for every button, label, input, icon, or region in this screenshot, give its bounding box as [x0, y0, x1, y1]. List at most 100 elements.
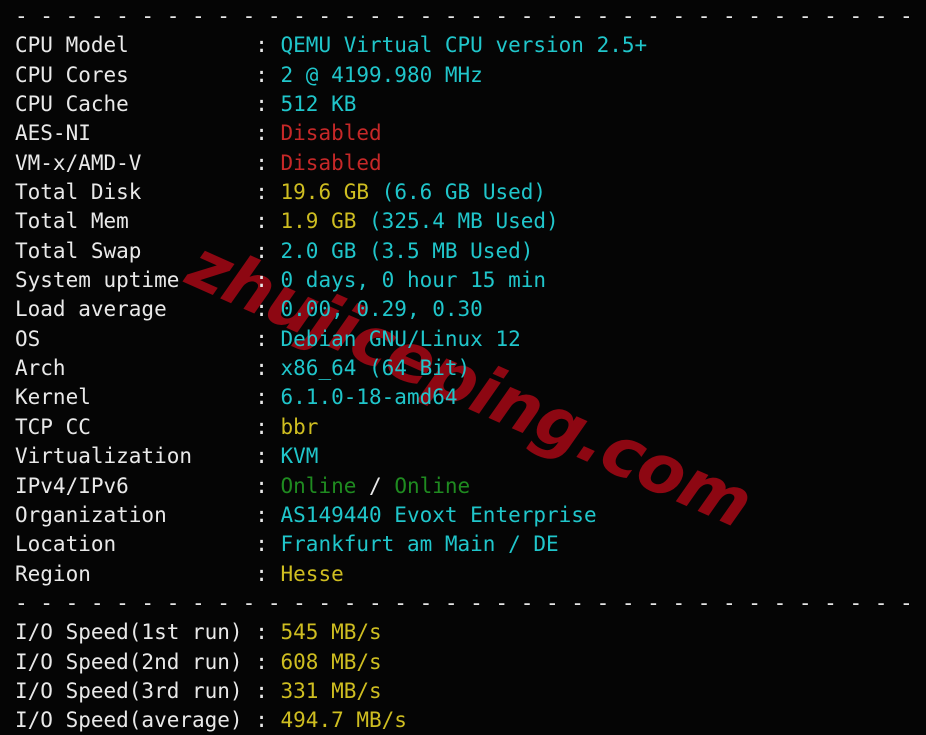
info-row: OS : Debian GNU/Linux 12	[0, 325, 926, 354]
info-row-label: VM-x/AMD-V	[15, 150, 243, 175]
info-row-label: CPU Model	[15, 33, 243, 58]
info-row-colon: :	[242, 708, 281, 733]
info-row: Load average : 0.00, 0.29, 0.30	[0, 295, 926, 324]
info-row-label: IPv4/IPv6	[15, 473, 243, 498]
info-row: Location : Frankfurt am Main / DE	[0, 530, 926, 559]
info-row: CPU Cores : 2 @ 4199.980 MHz	[0, 61, 926, 90]
separator-line-middle: - - - - - - - - - - - - - - - - - - - - …	[15, 590, 926, 615]
info-row-colon: :	[242, 444, 281, 469]
info-row-label: CPU Cores	[15, 62, 243, 87]
info-row-label: Total Mem	[15, 209, 243, 234]
info-row-label: I/O Speed(average)	[15, 708, 243, 733]
info-row-colon: :	[242, 473, 281, 498]
info-row-colon: :	[242, 150, 281, 175]
info-row: AES-NI : Disabled	[0, 119, 926, 148]
info-row: CPU Cache : 512 KB	[0, 90, 926, 119]
info-row-colon: :	[242, 268, 281, 293]
info-row-label: Arch	[15, 356, 243, 381]
info-row-label: I/O Speed(1st run)	[15, 620, 243, 645]
info-row-value: 0 days, 0 hour 15 min	[280, 268, 547, 293]
info-row-colon: :	[242, 502, 281, 527]
info-row-value: Disabled	[280, 121, 382, 146]
info-row-value: (325.4 MB Used)	[369, 209, 559, 234]
info-row-colon: :	[242, 620, 281, 645]
info-row-colon: :	[242, 238, 281, 263]
info-row-label: AES-NI	[15, 121, 243, 146]
info-row-label: CPU Cache	[15, 92, 243, 117]
info-row-colon: :	[242, 326, 281, 351]
info-row-value: 331 MB/s	[280, 678, 382, 703]
info-row-colon: :	[242, 92, 281, 117]
info-row-colon: :	[242, 385, 281, 410]
info-row-colon: :	[242, 297, 281, 322]
info-row-label: Region	[15, 561, 243, 586]
info-row: I/O Speed(1st run) : 545 MB/s	[0, 618, 926, 647]
info-row-value: 0.00, 0.29, 0.30	[280, 297, 483, 322]
terminal-output: - - - - - - - - - - - - - - - - - - - - …	[0, 0, 926, 735]
info-row-value: QEMU Virtual CPU version 2.5+	[280, 33, 648, 58]
info-row-value: 2.0 GB (3.5 MB Used)	[280, 238, 534, 263]
info-row-colon: :	[242, 356, 281, 381]
info-row-label: System uptime	[15, 268, 243, 293]
info-row-label: Location	[15, 532, 243, 557]
info-row-value: 1.9 GB	[280, 209, 370, 234]
info-row-colon: :	[242, 121, 281, 146]
info-row: Region : Hesse	[0, 560, 926, 589]
info-row: Organization : AS149440 Evoxt Enterprise	[0, 501, 926, 530]
info-row-value: bbr	[280, 414, 319, 439]
info-row-value: (6.6 GB Used)	[381, 180, 547, 205]
info-row: Total Swap : 2.0 GB (3.5 MB Used)	[0, 237, 926, 266]
info-row-colon: :	[242, 33, 281, 58]
info-row: Total Disk : 19.6 GB (6.6 GB Used)	[0, 178, 926, 207]
info-row-label: TCP CC	[15, 414, 243, 439]
info-row-value: 512 KB	[280, 92, 357, 117]
info-row-colon: :	[242, 532, 281, 557]
info-row-label: Total Disk	[15, 180, 243, 205]
info-row-colon: :	[242, 649, 281, 674]
info-row: Kernel : 6.1.0-18-amd64	[0, 383, 926, 412]
info-row: VM-x/AMD-V : Disabled	[0, 149, 926, 178]
info-row: IPv4/IPv6 : Online / Online	[0, 472, 926, 501]
info-row-value: Disabled	[280, 150, 382, 175]
info-row-colon: :	[242, 62, 281, 87]
separator-line-top: - - - - - - - - - - - - - - - - - - - - …	[15, 4, 926, 28]
info-row: I/O Speed(average) : 494.7 MB/s	[0, 706, 926, 735]
info-row-colon: :	[242, 414, 281, 439]
info-row-label: Virtualization	[15, 444, 243, 469]
info-row-label: Kernel	[15, 385, 243, 410]
info-row-value: /	[356, 473, 395, 498]
info-row-value: 2 @ 4199.980 MHz	[280, 62, 483, 87]
info-row: CPU Model : QEMU Virtual CPU version 2.5…	[0, 31, 926, 60]
info-row-label: Load average	[15, 297, 243, 322]
info-row: Virtualization : KVM	[0, 442, 926, 471]
info-row-value: x86_64 (64 Bit)	[280, 356, 471, 381]
info-row: System uptime : 0 days, 0 hour 15 min	[0, 266, 926, 295]
info-row: I/O Speed(3rd run) : 331 MB/s	[0, 677, 926, 706]
info-row-value: Online	[280, 473, 357, 498]
info-row-label: I/O Speed(3rd run)	[15, 678, 243, 703]
info-row: TCP CC : bbr	[0, 413, 926, 442]
info-row-label: Total Swap	[15, 238, 243, 263]
info-row-value: 6.1.0-18-amd64	[280, 385, 458, 410]
info-row-label: OS	[15, 326, 243, 351]
info-row-value: AS149440 Evoxt Enterprise	[280, 502, 597, 527]
info-row: Total Mem : 1.9 GB (325.4 MB Used)	[0, 207, 926, 236]
info-row-colon: :	[242, 678, 281, 703]
info-row-colon: :	[242, 561, 281, 586]
info-row: I/O Speed(2nd run) : 608 MB/s	[0, 648, 926, 677]
info-row-value: 494.7 MB/s	[280, 708, 407, 733]
info-row: Arch : x86_64 (64 Bit)	[0, 354, 926, 383]
info-row-value: Frankfurt am Main / DE	[280, 532, 559, 557]
terminal-window[interactable]: zhujiceping.com - - - - - - - - - - - - …	[0, 0, 926, 735]
io-speed-section: I/O Speed(1st run) : 545 MB/s I/O Speed(2…	[0, 618, 926, 735]
info-row-label: I/O Speed(2nd run)	[15, 649, 243, 674]
system-info-section: CPU Model : QEMU Virtual CPU version 2.5…	[0, 31, 926, 589]
info-row-colon: :	[242, 209, 281, 234]
info-row-colon: :	[242, 180, 281, 205]
info-row-value: Hesse	[280, 561, 344, 586]
info-row-value: KVM	[280, 444, 319, 469]
info-row-value: 545 MB/s	[280, 620, 382, 645]
info-row-value: Debian GNU/Linux 12	[280, 326, 521, 351]
info-row-value: Online	[394, 473, 471, 498]
info-row-value: 608 MB/s	[280, 649, 382, 674]
